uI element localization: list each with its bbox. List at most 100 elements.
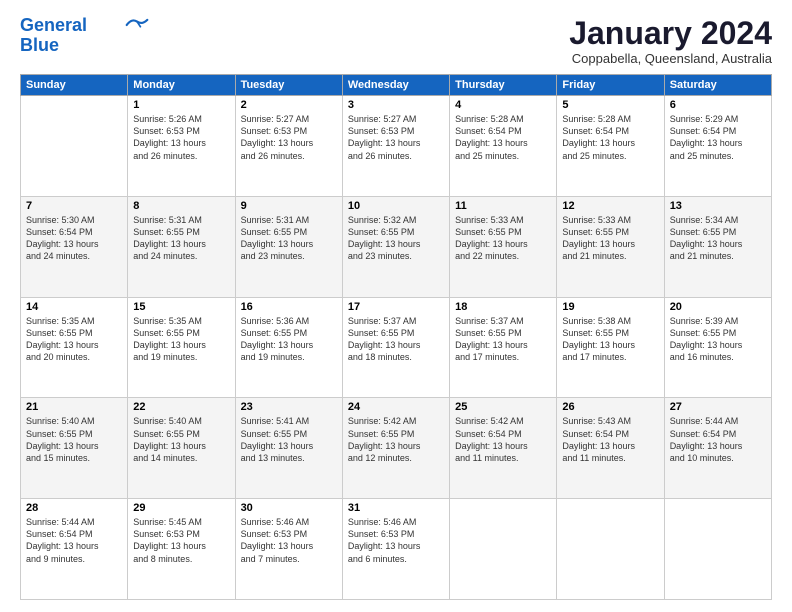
calendar-table: Sunday Monday Tuesday Wednesday Thursday… <box>20 74 772 600</box>
day-number: 4 <box>455 99 551 111</box>
table-row: 2Sunrise: 5:27 AM Sunset: 6:53 PM Daylig… <box>235 96 342 197</box>
table-row: 19Sunrise: 5:38 AM Sunset: 6:55 PM Dayli… <box>557 297 664 398</box>
day-number: 21 <box>26 401 122 413</box>
logo-text: General <box>20 16 87 36</box>
table-row: 26 Sunrise: 5:43 AM Sunset: 6:54 PM Dayli… <box>557 398 664 499</box>
title-area: January 2024 Coppabella, Queensland, Aus… <box>569 16 772 66</box>
day-number: 20 <box>670 301 766 313</box>
day-info: Sunrise: 5:39 AM Sunset: 6:55 PM Dayligh… <box>670 315 766 364</box>
day-number: 5 <box>562 99 658 111</box>
table-row <box>450 499 557 600</box>
day-number: 24 <box>348 401 444 413</box>
day-info: Sunrise: 5:40 AM Sunset: 6:55 PM Dayligh… <box>133 415 229 464</box>
header-friday: Friday <box>557 75 664 96</box>
day-number: 12 <box>562 200 658 212</box>
header-thursday: Thursday <box>450 75 557 96</box>
day-number: 22 <box>133 401 229 413</box>
day-number: 30 <box>241 502 337 514</box>
table-row: 9Sunrise: 5:31 AM Sunset: 6:55 PM Daylig… <box>235 196 342 297</box>
table-row: 14 Sunrise: 5:35 AM Sunset: 6:55 PM Dayli… <box>21 297 128 398</box>
table-row <box>664 499 771 600</box>
calendar-week-4: 21 Sunrise: 5:40 AM Sunset: 6:55 PM Dayli… <box>21 398 772 499</box>
table-row: 25Sunrise: 5:42 AM Sunset: 6:54 PM Dayli… <box>450 398 557 499</box>
day-info: Sunrise: 5:46 AM Sunset: 6:53 PM Dayligh… <box>348 516 444 565</box>
table-row: 12 Sunrise: 5:33 AM Sunset: 6:55 PM Dayli… <box>557 196 664 297</box>
day-info: Sunrise: 5:26 AM Sunset: 6:53 PM Dayligh… <box>133 113 229 162</box>
day-number: 26 <box>562 401 658 413</box>
table-row: 31 Sunrise: 5:46 AM Sunset: 6:53 PM Dayli… <box>342 499 449 600</box>
day-info: Sunrise: 5:41 AM Sunset: 6:55 PM Dayligh… <box>241 415 337 464</box>
header-monday: Monday <box>128 75 235 96</box>
day-info: Sunrise: 5:29 AM Sunset: 6:54 PM Dayligh… <box>670 113 766 162</box>
table-row: 15 Sunrise: 5:35 AM Sunset: 6:55 PM Dayli… <box>128 297 235 398</box>
day-info: Sunrise: 5:46 AM Sunset: 6:53 PM Dayligh… <box>241 516 337 565</box>
day-number: 8 <box>133 200 229 212</box>
day-info: Sunrise: 5:28 AM Sunset: 6:54 PM Dayligh… <box>455 113 551 162</box>
table-row <box>21 96 128 197</box>
day-number: 15 <box>133 301 229 313</box>
day-info: Sunrise: 5:45 AM Sunset: 6:53 PM Dayligh… <box>133 516 229 565</box>
header-saturday: Saturday <box>664 75 771 96</box>
table-row: 1 Sunrise: 5:26 AM Sunset: 6:53 PM Daylig… <box>128 96 235 197</box>
calendar-week-5: 28 Sunrise: 5:44 AM Sunset: 6:54 PM Dayli… <box>21 499 772 600</box>
day-number: 23 <box>241 401 337 413</box>
table-row: 16Sunrise: 5:36 AM Sunset: 6:55 PM Dayli… <box>235 297 342 398</box>
day-number: 14 <box>26 301 122 313</box>
table-row: 3 Sunrise: 5:27 AM Sunset: 6:53 PM Daylig… <box>342 96 449 197</box>
table-row: 30 Sunrise: 5:46 AM Sunset: 6:53 PM Dayli… <box>235 499 342 600</box>
logo-blue: Blue <box>20 36 59 56</box>
calendar-week-1: 1 Sunrise: 5:26 AM Sunset: 6:53 PM Daylig… <box>21 96 772 197</box>
day-number: 1 <box>133 99 229 111</box>
calendar-week-3: 14 Sunrise: 5:35 AM Sunset: 6:55 PM Dayli… <box>21 297 772 398</box>
table-row: 7 Sunrise: 5:30 AM Sunset: 6:54 PM Daylig… <box>21 196 128 297</box>
subtitle: Coppabella, Queensland, Australia <box>569 51 772 66</box>
day-number: 18 <box>455 301 551 313</box>
table-row: 10 Sunrise: 5:32 AM Sunset: 6:55 PM Dayli… <box>342 196 449 297</box>
day-number: 13 <box>670 200 766 212</box>
header-wednesday: Wednesday <box>342 75 449 96</box>
day-number: 6 <box>670 99 766 111</box>
day-number: 17 <box>348 301 444 313</box>
logo-general: General <box>20 15 87 35</box>
header-tuesday: Tuesday <box>235 75 342 96</box>
day-number: 10 <box>348 200 444 212</box>
day-number: 11 <box>455 200 551 212</box>
month-title: January 2024 <box>569 16 772 51</box>
table-row: 24 Sunrise: 5:42 AM Sunset: 6:55 PM Dayli… <box>342 398 449 499</box>
day-number: 31 <box>348 502 444 514</box>
page: General Blue January 2024 Coppabella, Qu… <box>0 0 792 612</box>
day-info: Sunrise: 5:32 AM Sunset: 6:55 PM Dayligh… <box>348 214 444 263</box>
day-info: Sunrise: 5:27 AM Sunset: 6:53 PM Dayligh… <box>241 113 337 162</box>
table-row: 29 Sunrise: 5:45 AM Sunset: 6:53 PM Dayli… <box>128 499 235 600</box>
day-number: 16 <box>241 301 337 313</box>
day-info: Sunrise: 5:33 AM Sunset: 6:55 PM Dayligh… <box>562 214 658 263</box>
weekday-header-row: Sunday Monday Tuesday Wednesday Thursday… <box>21 75 772 96</box>
table-row: 13Sunrise: 5:34 AM Sunset: 6:55 PM Dayli… <box>664 196 771 297</box>
table-row <box>557 499 664 600</box>
table-row: 11Sunrise: 5:33 AM Sunset: 6:55 PM Dayli… <box>450 196 557 297</box>
day-info: Sunrise: 5:37 AM Sunset: 6:55 PM Dayligh… <box>455 315 551 364</box>
table-row: 28 Sunrise: 5:44 AM Sunset: 6:54 PM Dayli… <box>21 499 128 600</box>
header-sunday: Sunday <box>21 75 128 96</box>
day-info: Sunrise: 5:40 AM Sunset: 6:55 PM Dayligh… <box>26 415 122 464</box>
day-info: Sunrise: 5:31 AM Sunset: 6:55 PM Dayligh… <box>133 214 229 263</box>
day-number: 28 <box>26 502 122 514</box>
day-info: Sunrise: 5:30 AM Sunset: 6:54 PM Dayligh… <box>26 214 122 263</box>
day-number: 25 <box>455 401 551 413</box>
day-info: Sunrise: 5:44 AM Sunset: 6:54 PM Dayligh… <box>670 415 766 464</box>
day-number: 3 <box>348 99 444 111</box>
table-row: 17Sunrise: 5:37 AM Sunset: 6:55 PM Dayli… <box>342 297 449 398</box>
day-info: Sunrise: 5:35 AM Sunset: 6:55 PM Dayligh… <box>26 315 122 364</box>
table-row: 21 Sunrise: 5:40 AM Sunset: 6:55 PM Dayli… <box>21 398 128 499</box>
day-info: Sunrise: 5:35 AM Sunset: 6:55 PM Dayligh… <box>133 315 229 364</box>
table-row: 18 Sunrise: 5:37 AM Sunset: 6:55 PM Dayli… <box>450 297 557 398</box>
day-number: 7 <box>26 200 122 212</box>
day-info: Sunrise: 5:31 AM Sunset: 6:55 PM Dayligh… <box>241 214 337 263</box>
day-number: 29 <box>133 502 229 514</box>
day-info: Sunrise: 5:42 AM Sunset: 6:55 PM Dayligh… <box>348 415 444 464</box>
day-info: Sunrise: 5:43 AM Sunset: 6:54 PM Dayligh… <box>562 415 658 464</box>
day-info: Sunrise: 5:44 AM Sunset: 6:54 PM Dayligh… <box>26 516 122 565</box>
day-info: Sunrise: 5:27 AM Sunset: 6:53 PM Dayligh… <box>348 113 444 162</box>
table-row: 5Sunrise: 5:28 AM Sunset: 6:54 PM Daylig… <box>557 96 664 197</box>
table-row: 22 Sunrise: 5:40 AM Sunset: 6:55 PM Dayli… <box>128 398 235 499</box>
